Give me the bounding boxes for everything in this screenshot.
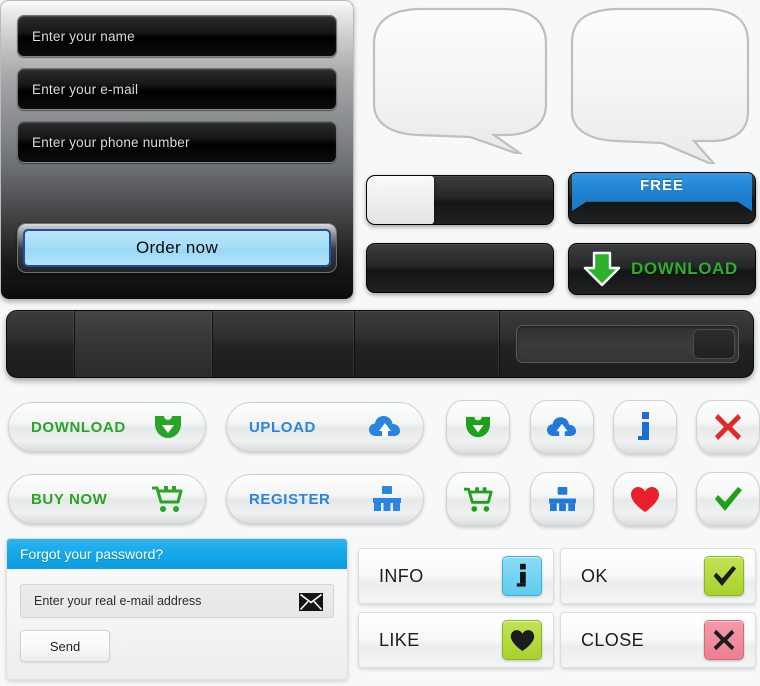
pill-buy-now-label: BUY NOW bbox=[31, 490, 108, 508]
send-button[interactable]: Send bbox=[20, 630, 110, 662]
forgot-password-header: Forgot your password? bbox=[7, 539, 347, 569]
register-person-icon bbox=[373, 486, 401, 511]
phone-input-placeholder: Enter your phone number bbox=[32, 134, 190, 150]
download-arrow-icon bbox=[583, 251, 621, 287]
speech-bubble-left bbox=[372, 7, 548, 154]
icon-button-register[interactable] bbox=[530, 472, 594, 526]
nav-search-input[interactable] bbox=[516, 325, 739, 363]
info-button-label: INFO bbox=[379, 565, 424, 586]
free-button[interactable]: FREE bbox=[568, 172, 756, 224]
info-button[interactable]: INFO bbox=[358, 548, 554, 604]
like-button-label: LIKE bbox=[379, 629, 420, 650]
check-mark-icon bbox=[713, 566, 736, 586]
free-ribbon: FREE bbox=[572, 173, 752, 211]
download-arrow-icon bbox=[155, 416, 181, 438]
register-person-icon bbox=[548, 486, 576, 511]
icon-button-close[interactable] bbox=[696, 400, 760, 454]
icon-button-like[interactable] bbox=[613, 472, 677, 526]
envelope-icon bbox=[299, 593, 323, 611]
close-button[interactable]: CLOSE bbox=[560, 612, 756, 668]
pill-register-button[interactable]: REGISTER bbox=[226, 474, 424, 524]
info-letter-i-icon bbox=[516, 563, 526, 587]
cloud-upload-icon bbox=[369, 416, 400, 437]
heart-icon bbox=[510, 629, 534, 651]
download-black-button[interactable]: DOWNLOAD bbox=[568, 243, 756, 295]
like-button[interactable]: LIKE bbox=[358, 612, 554, 668]
icon-button-cart[interactable] bbox=[446, 472, 510, 526]
close-cross-icon bbox=[713, 629, 735, 651]
email-input[interactable]: Enter your e-mail bbox=[17, 68, 337, 110]
name-input-placeholder: Enter your name bbox=[32, 28, 135, 44]
close-button-label: CLOSE bbox=[581, 629, 645, 650]
forgot-password-title: Forgot your password? bbox=[20, 546, 164, 562]
heart-icon bbox=[631, 486, 659, 512]
download-black-label: DOWNLOAD bbox=[631, 259, 738, 278]
nav-segment-4[interactable] bbox=[355, 311, 500, 377]
cloud-upload-icon bbox=[547, 416, 577, 437]
info-letter-i-icon bbox=[638, 412, 649, 440]
order-form-panel: Enter your name Enter your e-mail Enter … bbox=[0, 0, 354, 300]
ok-button-label: OK bbox=[581, 565, 608, 586]
info-tile bbox=[502, 556, 542, 596]
download-arrow-icon bbox=[466, 416, 490, 438]
order-now-button[interactable]: Order now bbox=[23, 229, 331, 267]
forgot-password-panel: Forgot your password? Enter your real e-… bbox=[6, 538, 348, 680]
toggle-switch[interactable] bbox=[366, 175, 554, 225]
shopping-cart-icon bbox=[463, 486, 493, 512]
close-cross-icon bbox=[715, 414, 741, 440]
nav-segment-2[interactable] bbox=[75, 311, 213, 377]
name-input[interactable]: Enter your name bbox=[17, 15, 337, 57]
like-tile bbox=[502, 620, 542, 660]
nav-segment-3[interactable] bbox=[213, 311, 355, 377]
icon-button-info[interactable] bbox=[613, 400, 677, 454]
plain-black-button[interactable] bbox=[366, 243, 554, 293]
ui-kit-canvas: Enter your name Enter your e-mail Enter … bbox=[0, 0, 760, 686]
speech-bubble-right bbox=[570, 7, 750, 164]
icon-button-check[interactable] bbox=[696, 472, 760, 526]
pill-upload-label: UPLOAD bbox=[249, 418, 316, 436]
phone-input[interactable]: Enter your phone number bbox=[17, 121, 337, 163]
close-tile bbox=[704, 620, 744, 660]
forgot-email-placeholder: Enter your real e-mail address bbox=[34, 594, 202, 608]
forgot-email-input[interactable]: Enter your real e-mail address bbox=[20, 584, 334, 618]
toggle-switch-knob[interactable] bbox=[367, 176, 434, 224]
pill-upload-button[interactable]: UPLOAD bbox=[226, 402, 424, 452]
send-button-label: Send bbox=[49, 638, 81, 654]
check-mark-icon bbox=[715, 487, 742, 511]
ok-button[interactable]: OK bbox=[560, 548, 756, 604]
nav-search-area bbox=[500, 311, 753, 377]
navigation-bar bbox=[6, 310, 754, 378]
order-now-label: Order now bbox=[135, 238, 219, 257]
pill-download-button[interactable]: DOWNLOAD bbox=[8, 402, 206, 452]
ok-tile bbox=[704, 556, 744, 596]
order-button-frame: Order now bbox=[17, 223, 337, 273]
pill-buy-now-button[interactable]: BUY NOW bbox=[8, 474, 206, 524]
free-label: FREE bbox=[639, 176, 684, 194]
email-input-placeholder: Enter your e-mail bbox=[32, 81, 139, 97]
icon-button-download[interactable] bbox=[446, 400, 510, 454]
pill-register-label: REGISTER bbox=[249, 490, 331, 508]
nav-segment-1[interactable] bbox=[7, 311, 75, 377]
icon-button-upload[interactable] bbox=[530, 400, 594, 454]
shopping-cart-icon bbox=[152, 486, 183, 512]
pill-download-label: DOWNLOAD bbox=[31, 418, 126, 436]
nav-search-button[interactable] bbox=[693, 329, 735, 359]
